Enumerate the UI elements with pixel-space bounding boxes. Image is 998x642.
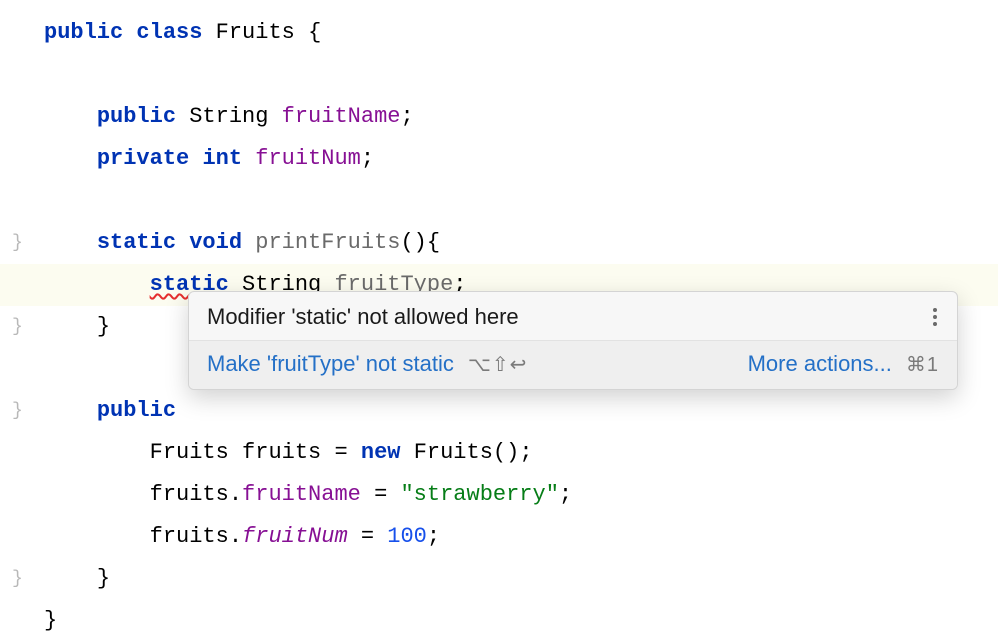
keyword: public: [97, 398, 176, 423]
class-name: Fruits: [414, 440, 493, 465]
keyword: public: [44, 20, 123, 45]
brace: {: [308, 20, 321, 45]
keyword: new: [361, 440, 401, 465]
code-line[interactable]: fruits.fruitName = "strawberry";: [0, 474, 998, 516]
keyword: private: [97, 146, 189, 171]
semicolon: ;: [361, 146, 374, 171]
operator: =: [374, 482, 387, 507]
shortcut-hint: ⌥⇧↩: [468, 352, 528, 377]
dot: .: [229, 524, 242, 549]
brace: }: [97, 314, 110, 339]
field: fruitNum: [242, 524, 348, 549]
variable: fruits: [150, 524, 229, 549]
code-line[interactable]: fruits.fruitNum = 100;: [0, 516, 998, 558]
field: fruitName: [242, 482, 361, 507]
code-line-blank[interactable]: [0, 180, 998, 222]
fold-gutter-icon[interactable]: }: [12, 306, 28, 348]
code-line[interactable]: public class Fruits {: [0, 12, 998, 54]
keyword: void: [189, 230, 242, 255]
semicolon: ;: [427, 524, 440, 549]
code-line[interactable]: public String fruitName;: [0, 96, 998, 138]
keyword: static: [97, 230, 176, 255]
more-actions-link[interactable]: More actions...: [748, 351, 892, 377]
quick-fix-action[interactable]: Make 'fruitType' not static: [207, 351, 454, 377]
variable: fruits: [242, 440, 321, 465]
parens: (): [493, 440, 519, 465]
brace: }: [97, 566, 110, 591]
fold-gutter-icon[interactable]: }: [12, 222, 28, 264]
tooltip-header: Modifier 'static' not allowed here: [189, 292, 957, 340]
more-menu-icon[interactable]: [929, 306, 941, 328]
fold-gutter-icon[interactable]: }: [12, 390, 28, 432]
code-line[interactable]: Fruits fruits = new Fruits();: [0, 432, 998, 474]
method-name: printFruits: [255, 230, 400, 255]
field: fruitName: [282, 104, 401, 129]
semicolon: ;: [519, 440, 532, 465]
code-line-blank[interactable]: [0, 54, 998, 96]
operator: =: [334, 440, 347, 465]
code-line[interactable]: private int fruitNum;: [0, 138, 998, 180]
number-literal: 100: [387, 524, 427, 549]
code-line[interactable]: } static void printFruits(){: [0, 222, 998, 264]
fold-gutter-icon[interactable]: }: [12, 558, 28, 600]
dot: .: [229, 482, 242, 507]
operator: =: [361, 524, 374, 549]
brace: }: [44, 608, 57, 633]
shortcut-hint: ⌘1: [906, 352, 939, 377]
semicolon: ;: [559, 482, 572, 507]
class-name: Fruits: [150, 440, 229, 465]
code-line[interactable]: }: [0, 600, 998, 642]
code-line[interactable]: } }: [0, 558, 998, 600]
code-line[interactable]: } public: [0, 390, 998, 432]
semicolon: ;: [400, 104, 413, 129]
class-name: Fruits: [216, 20, 295, 45]
field: fruitNum: [255, 146, 361, 171]
keyword: public: [97, 104, 176, 129]
keyword: class: [136, 20, 202, 45]
parens: (): [400, 230, 426, 255]
error-tooltip: Modifier 'static' not allowed here Make …: [188, 291, 958, 390]
error-message: Modifier 'static' not allowed here: [207, 304, 519, 330]
type: int: [202, 146, 242, 171]
tooltip-actions-row: Make 'fruitType' not static ⌥⇧↩ More act…: [189, 340, 957, 389]
brace: {: [427, 230, 440, 255]
variable: fruits: [150, 482, 229, 507]
string-literal: "strawberry": [400, 482, 558, 507]
type: String: [189, 104, 268, 129]
